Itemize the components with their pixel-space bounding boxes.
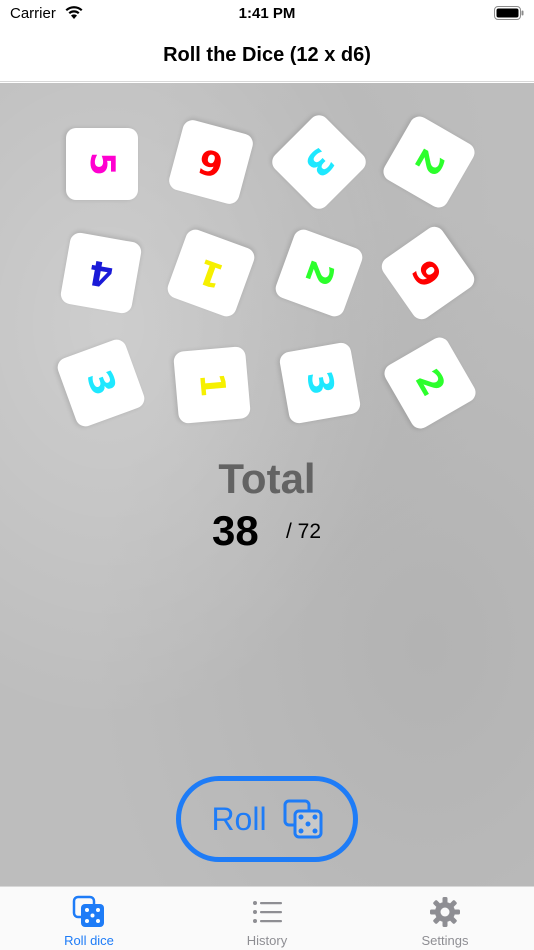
die-value: 3 xyxy=(296,139,342,185)
tab-label: Roll dice xyxy=(64,933,114,948)
die-9[interactable]: 3 xyxy=(54,336,148,430)
tab-settings[interactable]: Settings xyxy=(356,887,534,950)
die-value: 1 xyxy=(193,250,229,296)
status-bar: Carrier 1:41 PM xyxy=(0,0,534,30)
dice-board: 5 6 3 2 4 1 2 6 3 1 3 2 Total 38 / 72 Ro… xyxy=(0,83,534,886)
total-max: / 72 xyxy=(286,520,322,543)
die-value: 2 xyxy=(405,141,453,183)
gear-icon xyxy=(430,897,460,927)
tab-bar: Roll dice History Settings xyxy=(0,886,534,950)
roll-button[interactable]: Roll xyxy=(176,776,358,862)
die-11[interactable]: 3 xyxy=(278,341,362,425)
die-value: 5 xyxy=(82,152,122,176)
die-value: 6 xyxy=(404,251,452,295)
tab-history[interactable]: History xyxy=(178,887,356,950)
die-value: 1 xyxy=(191,371,233,399)
die-1[interactable]: 5 xyxy=(66,128,138,200)
die-6[interactable]: 1 xyxy=(164,226,258,320)
die-7[interactable]: 2 xyxy=(272,226,366,320)
status-time: 1:41 PM xyxy=(238,5,296,22)
die-value: 4 xyxy=(85,251,117,295)
navigation-bar: Roll the Dice (12 x d6) xyxy=(0,30,534,82)
roll-button-label: Roll xyxy=(211,800,267,837)
die-5[interactable]: 4 xyxy=(59,231,143,315)
die-value: 2 xyxy=(296,255,342,291)
tab-roll-dice[interactable]: Roll dice xyxy=(0,887,178,950)
tab-label: Settings xyxy=(421,933,469,948)
dice-icon xyxy=(283,799,323,839)
die-12[interactable]: 2 xyxy=(380,333,480,433)
total-label: Total xyxy=(218,455,316,502)
die-10[interactable]: 1 xyxy=(172,345,252,425)
die-value: 3 xyxy=(78,365,124,401)
die-4[interactable]: 2 xyxy=(379,112,479,212)
die-value: 2 xyxy=(406,362,454,404)
total-value: 38 xyxy=(212,507,259,554)
page-title: Roll the Dice (12 x d6) xyxy=(163,44,371,66)
die-value: 3 xyxy=(298,367,342,399)
battery-icon xyxy=(494,6,524,20)
die-3[interactable]: 3 xyxy=(268,111,370,213)
die-2[interactable]: 6 xyxy=(166,117,256,207)
dice-icon xyxy=(72,895,104,927)
die-value: 6 xyxy=(194,139,228,185)
tab-label: History xyxy=(246,933,288,948)
die-8[interactable]: 6 xyxy=(377,222,479,324)
list-icon xyxy=(253,901,282,923)
